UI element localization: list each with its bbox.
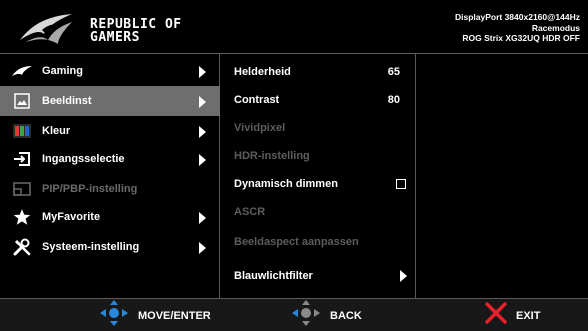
main-menu: Gaming Beeldinst Kleur Ingangsselectie P… [0,54,220,298]
menu-item-label: PIP/PBP-instelling [42,183,138,195]
rog-eye-icon [10,62,34,80]
move-enter-label: MOVE/ENTER [138,309,211,322]
exit-label: EXIT [516,309,541,322]
submenu-item-label: Contrast [234,94,280,106]
submenu-item-beeldaspect-aanpassen[interactable]: Beeldaspect aanpassen [220,228,416,256]
submenu-item-label: Vividpixel [234,122,286,134]
back-button[interactable]: BACK [290,299,362,331]
osd-menu: REPUBLIC OF GAMERS DisplayPort 3840x2160… [0,0,588,331]
back-label: BACK [330,309,362,322]
brand-line-2: GAMERS [90,30,140,45]
menu-item-label: Ingangsselectie [42,153,125,165]
submenu-panel: Helderheid 65 Contrast 80 Vividpixel HDR… [220,54,416,298]
mode-text: Racemodus [531,22,580,33]
menu-item-label: Systeem-instelling [42,241,140,253]
detail-panel [416,54,588,298]
model-text: ROG Strix XG32UQ HDR OFF [462,33,580,43]
submenu-item-helderheid[interactable]: Helderheid 65 [220,58,416,86]
menu-item-label: Beeldinst [42,95,92,107]
submenu-item-label: ASCR [234,206,266,218]
close-icon [484,301,508,330]
submenu-item-label: Blauwlichtfilter [234,270,313,282]
menu-item-ingangsselectie[interactable]: Ingangsselectie [0,144,220,174]
submenu-item-vividpixel[interactable]: Vividpixel [220,114,416,142]
submenu-item-dynamisch-dimmen[interactable]: Dynamisch dimmen [220,170,416,198]
brightness-value: 65 [387,66,400,78]
move-enter-button[interactable]: MOVE/ENTER [98,299,211,331]
color-icon [10,122,34,140]
submenu-item-label: Dynamisch dimmen [234,178,338,190]
submenu-item-label: Helderheid [234,66,291,78]
contrast-value: 80 [387,94,400,106]
menu-item-gaming[interactable]: Gaming [0,56,220,86]
input-signal-text: DisplayPort 3840x2160@144Hz [454,12,580,22]
submenu-item-blauwlichtfilter[interactable]: Blauwlichtfilter [220,262,416,290]
submenu-arrow-icon [199,212,206,224]
submenu-item-label: HDR-instelling [234,150,310,162]
submenu-arrow-icon [199,242,206,254]
joystick-move-icon [98,300,130,331]
joystick-back-icon [290,300,322,331]
rog-logo: REPUBLIC OF GAMERS [18,8,208,48]
menu-item-beeldinst[interactable]: Beeldinst [0,86,220,116]
submenu-item-label: Beeldaspect aanpassen [234,236,359,248]
exit-button[interactable]: EXIT [484,299,540,331]
menu-item-myfavorite[interactable]: MyFavorite [0,202,220,232]
menu-item-pip-pbp[interactable]: PIP/PBP-instelling [0,174,220,204]
submenu-arrow-icon [199,96,206,108]
image-icon [10,92,34,110]
tools-icon [10,238,34,256]
submenu-arrow-icon [199,126,206,138]
rog-eye-logo-icon [20,14,72,44]
submenu-item-ascr[interactable]: ASCR [220,198,416,226]
menu-item-label: Gaming [42,65,83,77]
submenu-arrow-icon [400,270,407,282]
menu-item-label: Kleur [42,125,71,137]
menu-item-kleur[interactable]: Kleur [0,116,220,146]
pip-icon [10,180,34,198]
brand-text: REPUBLIC OF GAMERS [90,18,182,44]
submenu-arrow-icon [199,154,206,166]
osd-header: REPUBLIC OF GAMERS DisplayPort 3840x2160… [0,0,588,54]
submenu-item-hdr-instelling[interactable]: HDR-instelling [220,142,416,170]
menu-item-label: MyFavorite [42,211,101,223]
status-info: DisplayPort 3840x2160@144Hz Racemodus RO… [455,12,580,44]
osd-footer: MOVE/ENTER BACK EXIT [0,298,588,331]
submenu-arrow-icon [199,66,206,78]
menu-item-systeem-instelling[interactable]: Systeem-instelling [0,232,220,262]
input-icon [10,150,34,168]
star-icon [10,208,34,226]
submenu-item-contrast[interactable]: Contrast 80 [220,86,416,114]
dynamic-dimming-checkbox[interactable] [396,179,406,189]
